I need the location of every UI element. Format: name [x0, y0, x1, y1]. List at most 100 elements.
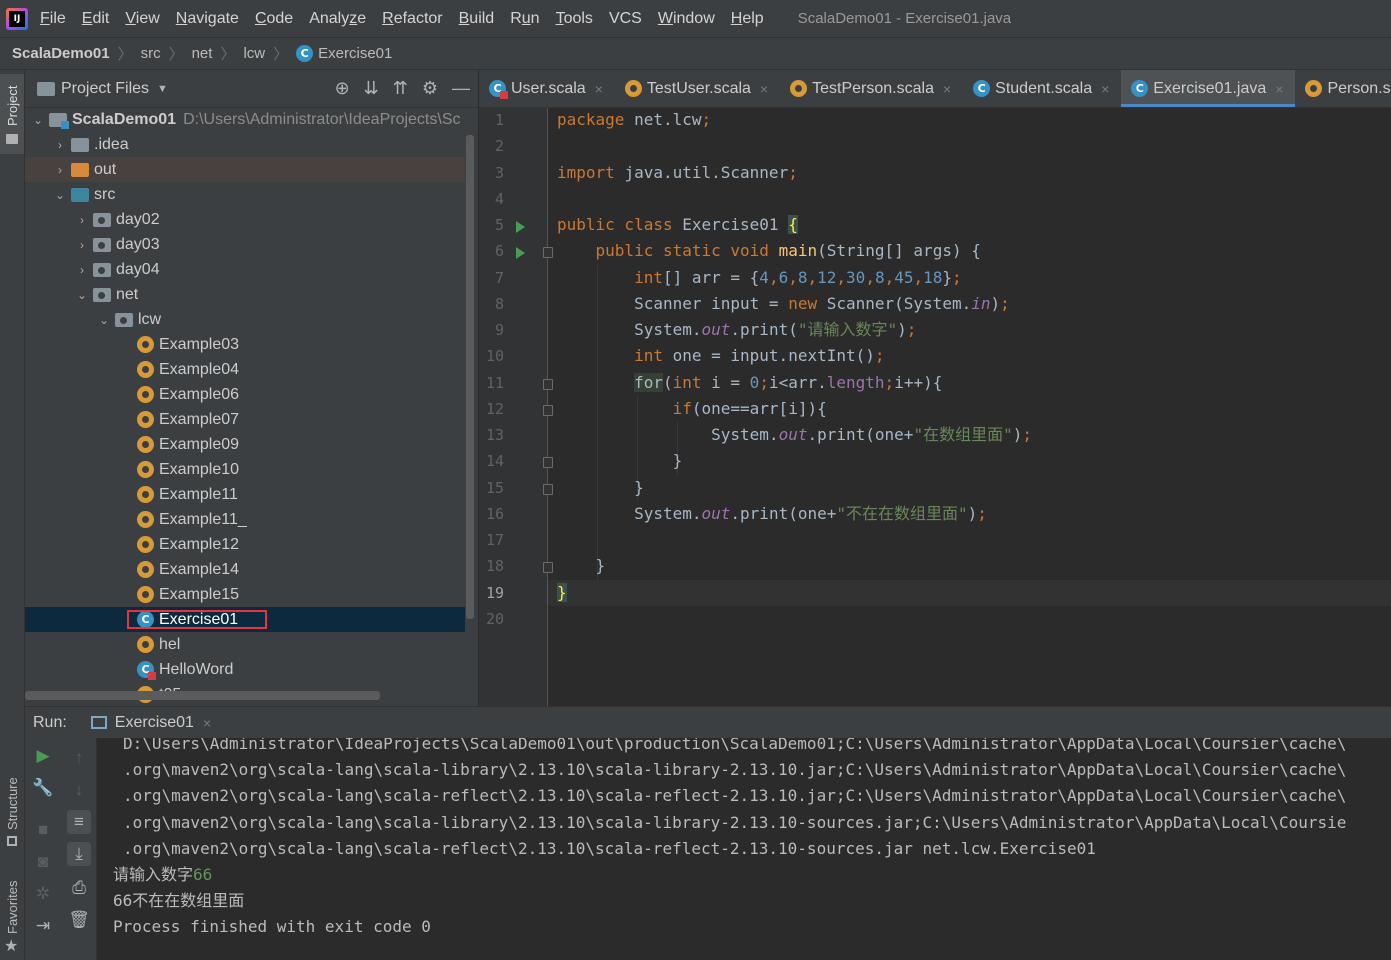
tree-item-day03[interactable]: › day03 [25, 232, 465, 257]
tree-item-example04[interactable]: Example04 [25, 357, 465, 382]
wrench-icon[interactable]: 🔧 [31, 776, 55, 800]
menu-run[interactable]: Run [510, 10, 539, 28]
close-icon[interactable]: × [760, 81, 768, 97]
editor-tab-testperson-scala[interactable]: TestPerson.scala × [780, 70, 963, 107]
menu-view[interactable]: View [125, 10, 159, 28]
editor-tab-user-scala[interactable]: User.scala × [479, 70, 615, 107]
breadcrumb-lcw[interactable]: lcw [243, 45, 265, 62]
tree-item-example10[interactable]: Example10 [25, 457, 465, 482]
chevron-down-icon[interactable]: ▼ [157, 83, 168, 95]
tree-item-example07[interactable]: Example07 [25, 407, 465, 432]
intellij-logo-icon[interactable] [6, 7, 28, 30]
tree-item-lcw[interactable]: ⌄ lcw [25, 307, 465, 332]
tree-item-example11[interactable]: Example11_ [25, 507, 465, 532]
expand-all-icon[interactable]: ⇊ [364, 78, 379, 99]
tree-item-example06[interactable]: Example06 [25, 382, 465, 407]
stop-icon[interactable]: ■ [31, 818, 55, 842]
tree-item-day02[interactable]: › day02 [25, 207, 465, 232]
close-icon[interactable]: × [203, 715, 211, 731]
editor-tab-person-s[interactable]: Person.s [1295, 70, 1391, 107]
tree-item-example14[interactable]: Example14 [25, 557, 465, 582]
up-arrow-icon[interactable]: ↑ [67, 746, 91, 770]
tree-item-src[interactable]: ⌄ src [25, 182, 465, 207]
chevron-down-icon[interactable]: ⌄ [53, 188, 67, 202]
tree-item-day04[interactable]: › day04 [25, 257, 465, 282]
structure-tool-button[interactable]: Structure [0, 764, 24, 856]
console-output[interactable]: D:\Users\Administrator\IdeaProjects\Scal… [113, 738, 1391, 960]
gear-icon[interactable]: ⚙ [422, 78, 438, 99]
chevron-down-icon[interactable]: ⌄ [75, 288, 89, 302]
crosshair-icon[interactable]: ⊕ [335, 78, 350, 99]
menu-help[interactable]: Help [731, 10, 764, 28]
run-gutter-icon[interactable] [516, 221, 525, 233]
trash-icon[interactable]: 🗑 [67, 908, 91, 932]
exit-icon[interactable]: ⇥ [31, 914, 55, 938]
editor-tab-testuser-scala[interactable]: TestUser.scala × [615, 70, 780, 107]
fold-icon[interactable] [543, 404, 553, 416]
project-vertical-scrollbar[interactable] [466, 135, 474, 619]
breadcrumb-src[interactable]: src [141, 45, 161, 62]
run-gutter-icon[interactable] [516, 247, 525, 260]
chevron-down-icon[interactable]: ⌄ [97, 313, 111, 327]
fold-icon[interactable] [543, 247, 553, 259]
tree-item-out[interactable]: › out [25, 157, 465, 182]
tree-item-example12[interactable]: Example12 [25, 532, 465, 557]
close-icon[interactable]: × [1275, 81, 1283, 97]
tree-item-example03[interactable]: Example03 [25, 332, 465, 357]
camera-icon[interactable]: ◙ [31, 850, 55, 874]
tree-item-example09[interactable]: Example09 [25, 432, 465, 457]
breadcrumb-scalademo01[interactable]: ScalaDemo01 [12, 45, 110, 62]
project-tool-button[interactable]: Project [0, 74, 24, 154]
menu-window[interactable]: Window [658, 10, 715, 28]
menu-edit[interactable]: Edit [82, 10, 110, 28]
close-icon[interactable]: × [943, 81, 951, 97]
menu-tools[interactable]: Tools [556, 10, 593, 28]
breadcrumb-exercise01[interactable]: Exercise01 [318, 45, 392, 62]
tree-item-idea[interactable]: › .idea [25, 132, 465, 157]
editor-tab-student-scala[interactable]: Student.scala × [963, 70, 1121, 107]
chevron-right-icon[interactable]: › [75, 213, 89, 227]
fold-icon[interactable] [543, 457, 553, 469]
menu-code[interactable]: Code [255, 10, 293, 28]
chevron-right-icon[interactable]: › [75, 238, 89, 252]
fold-icon[interactable] [543, 562, 553, 574]
tree-item-helloword[interactable]: HelloWord [25, 657, 465, 682]
chevron-right-icon[interactable]: › [53, 163, 67, 177]
collapse-all-icon[interactable]: ⇈ [393, 78, 408, 99]
project-horizontal-scrollbar[interactable] [25, 691, 380, 700]
line-number: 1 [494, 111, 504, 129]
chevron-right-icon[interactable]: › [53, 138, 67, 152]
code-editor[interactable]: 1 2 3 4 5 6 7 8 9 10 11 12 13 14 15 16 17 18 19 20 package … [479, 108, 1391, 706]
fold-icon[interactable] [543, 378, 553, 390]
menu-file[interactable]: File [40, 10, 66, 28]
favorites-tool-button[interactable]: Favorites ★ [0, 870, 24, 958]
scroll-to-end-icon[interactable]: ⤓ [67, 842, 91, 866]
soft-wrap-icon[interactable]: ≡ [67, 810, 91, 834]
editor-tab-exercise01-java[interactable]: Exercise01.java × [1121, 70, 1296, 107]
close-icon[interactable]: × [595, 81, 603, 97]
menu-refactor[interactable]: Refactor [382, 10, 442, 28]
close-icon[interactable]: × [1101, 81, 1109, 97]
rerun-icon[interactable]: ▶ [31, 744, 55, 768]
chevron-right-icon[interactable]: › [75, 263, 89, 277]
chevron-down-icon[interactable]: ⌄ [31, 113, 45, 127]
menu-vcs[interactable]: VCS [609, 10, 642, 28]
breadcrumb-net[interactable]: net [192, 45, 213, 62]
minimize-icon[interactable]: — [452, 78, 470, 99]
project-view-selector[interactable]: Project Files [61, 80, 149, 98]
menu-analyze[interactable]: Analyze [309, 10, 366, 28]
fold-icon[interactable] [543, 483, 553, 495]
tree-item-hel[interactable]: hel [25, 632, 465, 657]
tree-item-example11[interactable]: Example11 [25, 482, 465, 507]
run-tab[interactable]: Exercise01 × [90, 714, 211, 732]
editor-tab-label: User.scala [511, 79, 586, 97]
down-arrow-icon[interactable]: ↓ [67, 778, 91, 802]
debug-icon[interactable]: ✲ [31, 882, 55, 906]
tree-item-scalademo01[interactable]: ⌄ ScalaDemo01 D:\Users\Administrator\IdeaP… [25, 107, 465, 132]
menu-navigate[interactable]: Navigate [176, 10, 239, 28]
menu-build[interactable]: Build [459, 10, 495, 28]
tree-item-net[interactable]: ⌄ net [25, 282, 465, 307]
tree-item-example15[interactable]: Example15 [25, 582, 465, 607]
line-number: 10 [485, 347, 504, 366]
print-icon[interactable]: ⎙ [67, 876, 91, 900]
